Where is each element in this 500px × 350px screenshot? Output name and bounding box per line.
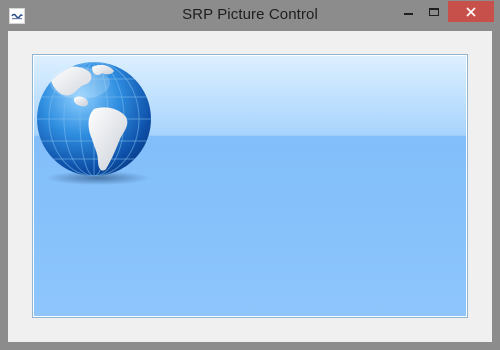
close-button[interactable]	[448, 1, 494, 22]
application-window: SRP Picture Control	[0, 0, 500, 350]
globe-icon	[37, 62, 151, 185]
minimize-button[interactable]	[395, 1, 421, 22]
title-bar[interactable]: SRP Picture Control	[0, 0, 500, 31]
maximize-button[interactable]	[421, 1, 447, 22]
picture-control[interactable]	[32, 54, 468, 318]
maximize-icon	[429, 7, 439, 16]
client-area	[8, 31, 492, 342]
picture-image	[34, 56, 466, 316]
minimize-icon	[403, 13, 413, 15]
close-icon	[466, 6, 476, 17]
